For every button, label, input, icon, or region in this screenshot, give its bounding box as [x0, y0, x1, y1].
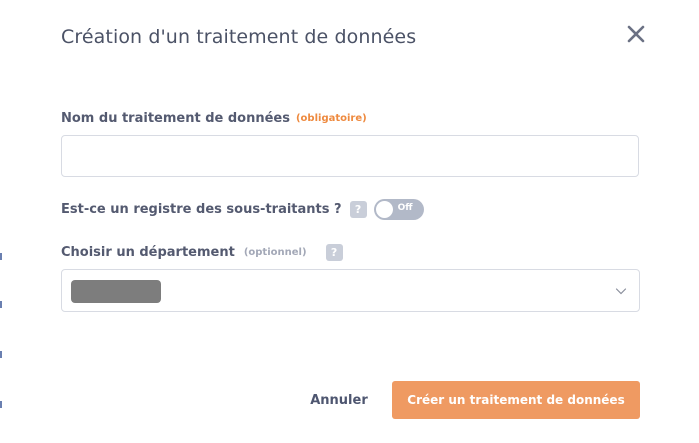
processing-name-input[interactable]	[61, 135, 639, 177]
close-icon[interactable]	[624, 22, 648, 46]
department-label: Choisir un département	[61, 245, 235, 260]
subcontractor-registry-toggle[interactable]: Off	[373, 199, 424, 220]
help-icon[interactable]: ?	[349, 201, 367, 218]
required-tag: (obligatoire)	[295, 113, 367, 124]
close-button[interactable]	[624, 22, 648, 46]
background-edge-mark	[0, 253, 2, 260]
name-field-label: Nom du traitement de données	[61, 111, 290, 126]
toggle-knob	[375, 201, 393, 218]
department-selected-value-redacted: redacted	[71, 280, 161, 303]
create-processing-dialog: Création d'un traitement de données Nom …	[0, 0, 699, 443]
create-processing-button[interactable]: Créer un traitement de données	[392, 381, 640, 419]
background-edge-mark	[0, 301, 2, 308]
background-edge-mark	[0, 401, 2, 408]
help-icon[interactable]: ?	[325, 244, 343, 261]
toggle-state-text: Off	[397, 203, 413, 213]
name-field-label-row: Nom du traitement de données (obligatoir…	[61, 111, 367, 126]
cancel-button[interactable]: Annuler	[300, 381, 378, 419]
optional-tag: (optionnel)	[243, 247, 307, 258]
chevron-down-icon	[615, 288, 627, 295]
subcontractor-registry-row: Est-ce un registre des sous-traitants ? …	[61, 199, 424, 220]
background-edge-mark	[0, 351, 2, 358]
department-label-row: Choisir un département (optionnel) ?	[61, 244, 343, 261]
subcontractor-registry-label: Est-ce un registre des sous-traitants ?	[61, 202, 342, 217]
department-select[interactable]: redacted	[61, 269, 640, 312]
dialog-title: Création d'un traitement de données	[61, 26, 417, 48]
